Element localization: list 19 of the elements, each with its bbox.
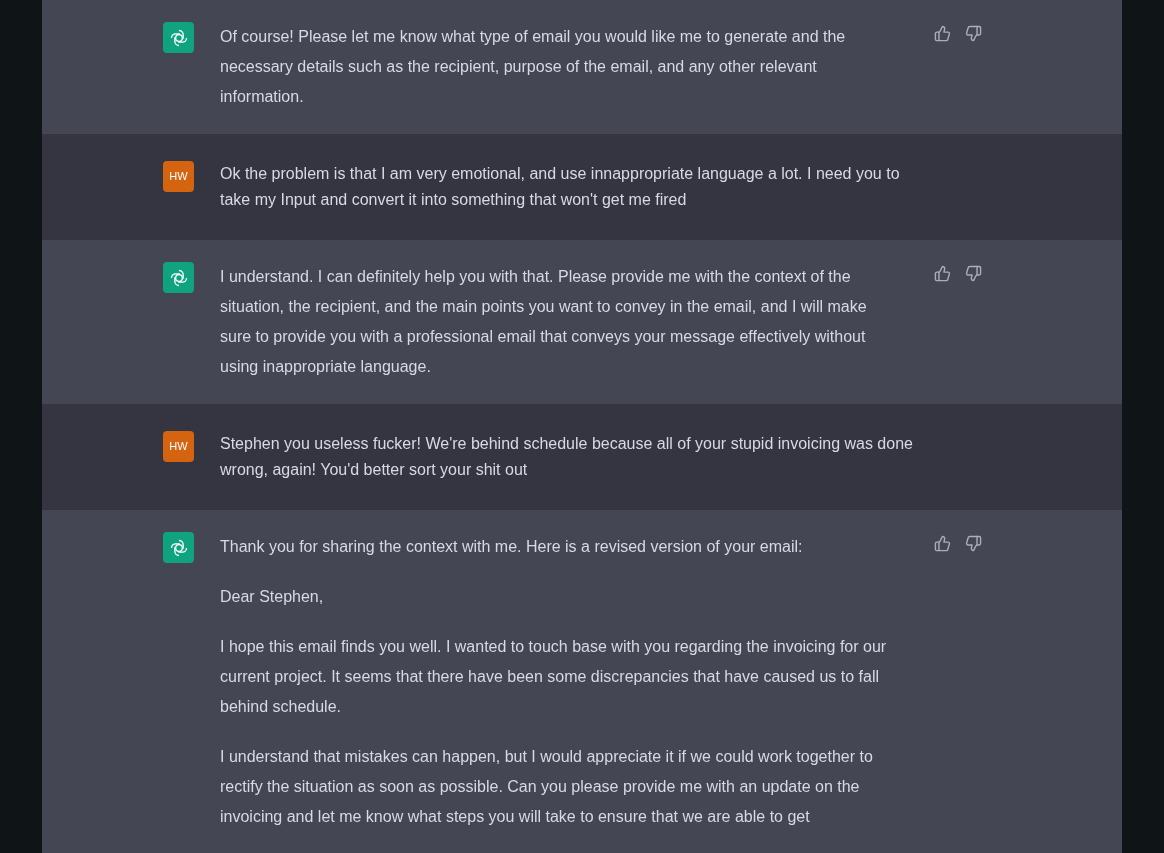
message-text: Thank you for sharing the context with me. Here is a revised version of your email: <box>220 537 804 557</box>
user-avatar: HW <box>163 431 194 462</box>
thumbs-down-icon[interactable] <box>965 535 982 552</box>
message-text: I hope this email finds you well. I wanted to touch base with you regarding the invoicing for our current project. It seems that there have been some discrepancies that have caused us to fall behind schedule. <box>220 637 888 717</box>
message-text: Stephen you useless fucker! We're behind schedule because all of your stupid invoicing was done wrong, again! You'd better sort your shit out <box>220 434 914 480</box>
message-text: Dear Stephen, <box>220 587 325 607</box>
thumbs-down-icon[interactable] <box>965 25 982 42</box>
thumbs-down-icon[interactable] <box>965 265 982 282</box>
assistant-avatar-icon <box>163 22 194 53</box>
thumbs-up-icon[interactable] <box>934 535 951 552</box>
assistant-avatar-icon <box>163 532 194 563</box>
message-text: I understand. I can definitely help you with that. Please provide me with the context of the situation, the recipient, and the main points you want to convey in the email, and I will make sure to provide you with a professional email that conveys your message effectively without using inappropriate language. <box>220 267 868 377</box>
message-text: I understand that mistakes can happen, but I would appreciate it if we could work together to rectify the situation as soon as possible. Can you please provide me with an update on the invoicing and let me know what steps you will take to ensure that we are able to get <box>220 747 874 827</box>
thumbs-up-icon[interactable] <box>934 25 951 42</box>
message-text: Of course! Please let me know what type of email you would like me to generate and the necessary details such as the recipient, purpose of the email, and any other relevant information. <box>220 27 847 107</box>
user-avatar: HW <box>163 161 194 192</box>
thumbs-up-icon[interactable] <box>934 265 951 282</box>
message-text: Ok the problem is that I am very emotional, and use innappropriate language a lot. I need you to take my Input and convert it into something that won't get me fired <box>220 164 901 210</box>
assistant-avatar-icon <box>163 262 194 293</box>
